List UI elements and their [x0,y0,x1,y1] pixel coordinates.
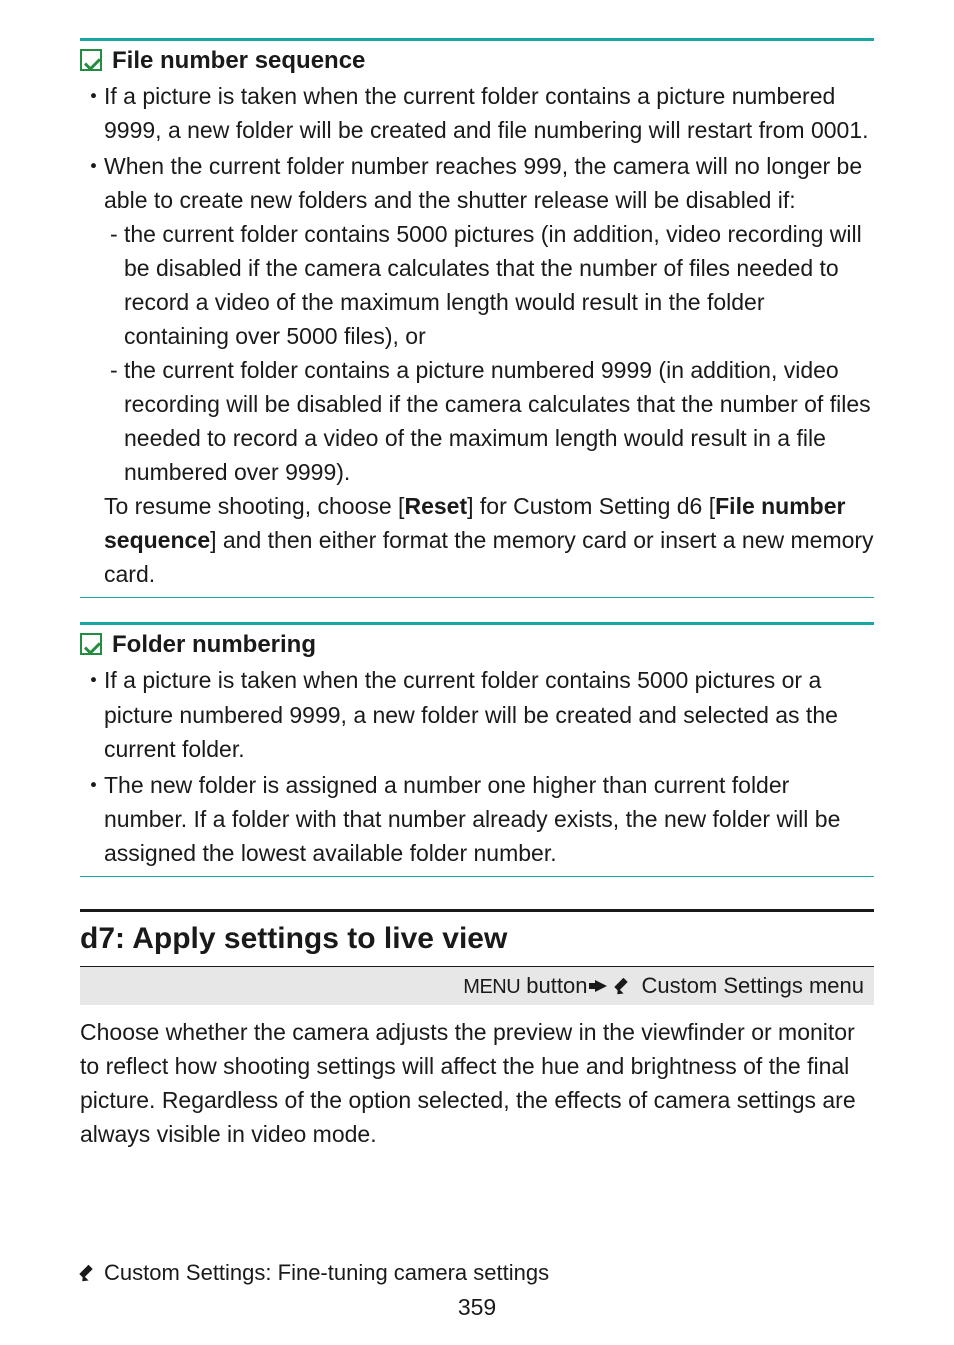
info-header: Folder numbering [80,631,874,659]
menu-glyph: MENU [463,976,520,998]
dash-item: the current folder contains 5000 picture… [124,217,874,353]
plain-text: To resume shooting, choose [ [104,493,404,519]
footer-chapter-text: Custom Settings: Fine-tuning camera sett… [104,1260,549,1286]
section-rule [80,909,874,912]
nav-button-word: button [520,973,587,998]
list-text: If a picture is taken when the current f… [104,83,869,143]
nav-destination: Custom Settings menu [641,973,864,999]
nav-path: MENU button Custom Settings menu [80,967,874,1005]
dash-item: the current folder contains a picture nu… [124,353,874,489]
trailer-text: To resume shooting, choose [Reset] for C… [104,489,874,591]
page-footer: Custom Settings: Fine-tuning camera sett… [80,1260,874,1321]
dash-text: the current folder contains a picture nu… [124,357,871,485]
rule-bottom [80,597,874,598]
bold-text: Reset [404,493,467,519]
pencil-icon [80,1264,98,1282]
section-body: Choose whether the camera adjusts the pr… [80,1015,874,1151]
dash-list: the current folder contains 5000 picture… [104,217,874,489]
list-item: If a picture is taken when the current f… [104,663,874,765]
info-title: Folder numbering [112,631,316,659]
section-d7: d7: Apply settings to live view MENU but… [80,909,874,1151]
info-block-file-number: File number sequence If a picture is tak… [80,38,874,598]
check-icon [80,633,102,655]
info-header: File number sequence [80,47,874,75]
info-block-folder-numbering: Folder numbering If a picture is taken w… [80,622,874,876]
list-text: The new folder is assigned a number one … [104,772,840,866]
rule-bottom [80,876,874,877]
rule-top [80,622,874,625]
list-text: When the current folder number reaches 9… [104,153,862,213]
arrow-right-icon [595,980,607,992]
nav-menu-label: MENU button [463,973,587,999]
bullet-list: If a picture is taken when the current f… [80,79,874,591]
list-item: When the current folder number reaches 9… [104,149,874,591]
list-item: If a picture is taken when the current f… [104,79,874,147]
check-icon [80,49,102,71]
bullet-list: If a picture is taken when the current f… [80,663,874,869]
list-text: If a picture is taken when the current f… [104,667,838,761]
pencil-icon [615,977,633,995]
plain-text: ] for Custom Setting d6 [ [467,493,715,519]
dash-text: the current folder contains 5000 picture… [124,221,862,349]
plain-text: ] and then either format the memory card… [104,527,874,587]
page-number: 359 [80,1294,874,1321]
footer-chapter: Custom Settings: Fine-tuning camera sett… [80,1260,874,1286]
list-item: The new folder is assigned a number one … [104,768,874,870]
rule-top [80,38,874,41]
section-title: d7: Apply settings to live view [80,922,874,967]
info-title: File number sequence [112,47,365,75]
